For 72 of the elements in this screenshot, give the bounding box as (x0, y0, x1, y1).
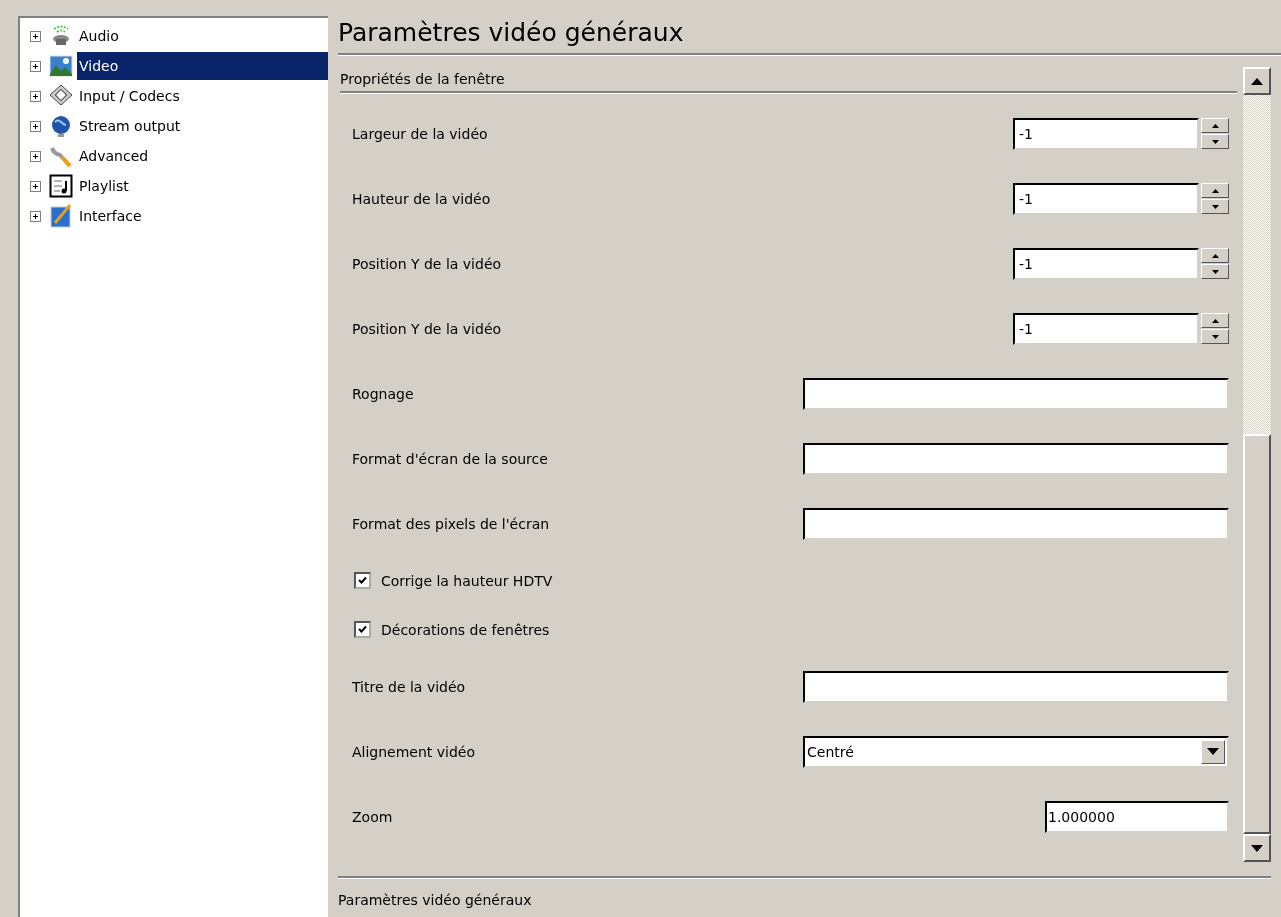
expand-icon[interactable] (30, 60, 41, 72)
up-arrow-icon (1211, 123, 1219, 128)
expand-icon[interactable] (30, 210, 41, 222)
increment-button[interactable] (1201, 183, 1229, 198)
tree-item[interactable]: Video (77, 52, 328, 80)
tree-item[interactable]: Audio (77, 22, 328, 50)
checkbox[interactable] (354, 621, 371, 638)
option-label: Titre de la vidéo (352, 678, 467, 695)
dropdown[interactable]: Centré (803, 735, 1229, 768)
text-field[interactable] (803, 507, 1229, 540)
landscape-icon (49, 54, 73, 78)
scroll-down-button[interactable] (1243, 834, 1271, 862)
text-field[interactable] (803, 670, 1229, 703)
option-label: Largeur de la vidéo (352, 125, 489, 142)
increment-button[interactable] (1201, 118, 1229, 133)
number-field[interactable]: -1 (1013, 247, 1199, 280)
text-field[interactable] (803, 377, 1229, 410)
option-label: Rognage (352, 385, 415, 402)
scroll-thumb[interactable] (1243, 434, 1271, 834)
down-arrow-icon (1211, 139, 1219, 144)
tree-item[interactable]: Stream output (77, 112, 328, 140)
caret-icon (1207, 748, 1219, 755)
dropdown-button[interactable] (1201, 739, 1225, 764)
checkbox[interactable] (354, 572, 371, 589)
number-field[interactable]: 1.000000 (1045, 800, 1229, 833)
tree-item[interactable]: Input / Codecs (77, 82, 328, 110)
number-field[interactable]: -1 (1013, 117, 1199, 150)
option-label: Corrige la hauteur HDTV (381, 572, 554, 589)
down-arrow-icon (1211, 334, 1219, 339)
number-field[interactable]: -1 (1013, 182, 1199, 215)
option-label: Position Y de la vidéo (352, 255, 503, 272)
decrement-button[interactable] (1201, 199, 1229, 214)
down-arrow-icon (1211, 204, 1219, 209)
up-arrow-icon (1251, 77, 1263, 85)
expand-icon[interactable] (30, 150, 41, 162)
expand-icon[interactable] (30, 180, 41, 192)
tree-item[interactable]: Advanced (77, 142, 328, 170)
option-label: Hauteur de la vidéo (352, 190, 492, 207)
expand-icon[interactable] (30, 30, 41, 42)
playlist-icon (49, 174, 73, 198)
decrement-button[interactable] (1201, 329, 1229, 344)
up-arrow-icon (1211, 318, 1219, 323)
number-field[interactable]: -1 (1013, 312, 1199, 345)
section-heading: Propriétés de la fenêtre (340, 67, 1237, 93)
footer-label: Paramètres vidéo généraux (338, 876, 1271, 908)
increment-button[interactable] (1201, 313, 1229, 328)
tree-item[interactable]: Playlist (77, 172, 328, 200)
expand-icon[interactable] (30, 90, 41, 102)
down-arrow-icon (1251, 844, 1263, 852)
option-label: Décorations de fenêtres (381, 621, 551, 638)
decrement-button[interactable] (1201, 134, 1229, 149)
tree-item[interactable]: Interface (77, 202, 328, 230)
option-label: Zoom (352, 808, 394, 825)
globe-icon (49, 114, 73, 138)
option-label: Format des pixels de l'écran (352, 515, 551, 532)
scrollbar[interactable] (1243, 67, 1271, 862)
option-label: Format d'écran de la source (352, 450, 549, 467)
scroll-up-button[interactable] (1243, 67, 1271, 95)
option-label: Position Y de la vidéo (352, 320, 503, 337)
text-field[interactable] (803, 442, 1229, 475)
check-icon (356, 574, 369, 587)
page-title: Paramètres vidéo généraux (338, 16, 1281, 55)
down-arrow-icon (1211, 269, 1219, 274)
up-arrow-icon (1211, 188, 1219, 193)
increment-button[interactable] (1201, 248, 1229, 263)
pencil-icon (49, 204, 73, 228)
up-arrow-icon (1211, 253, 1219, 258)
decrement-button[interactable] (1201, 264, 1229, 279)
option-label: Alignement vidéo (352, 743, 477, 760)
check-icon (356, 623, 369, 636)
expand-icon[interactable] (30, 120, 41, 132)
diamond-icon (49, 84, 73, 108)
